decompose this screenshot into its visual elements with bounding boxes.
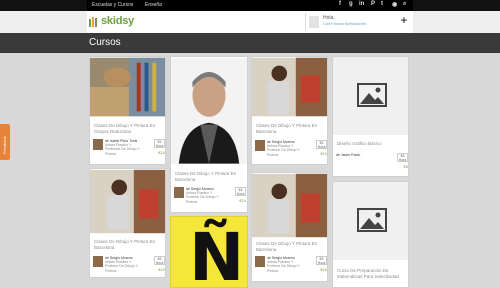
avatar[interactable] [309, 16, 319, 28]
image-placeholder-icon [357, 208, 387, 232]
course-image-glyph[interactable]: Ñ [189, 219, 244, 287]
course-title[interactable]: Clases De Dibujo Y Pintura En Barcelona [175, 171, 243, 182]
price-link[interactable]: €10 [320, 151, 327, 156]
header-inner: skidsy Hola, Cobre Nueva Notificaciones … [87, 11, 413, 33]
price-link[interactable]: €10 [239, 198, 246, 203]
price-link[interactable]: €10 [158, 267, 165, 272]
price-link[interactable]: €10 [320, 267, 327, 272]
course-meta: de Sergio Moreno Artista Plastico Y Profe… [255, 140, 327, 157]
course-meta: de Isabel Pinto Tonis Artista Plastico Y … [93, 139, 165, 156]
course-meta: de Sergio Moreno Artista Plastico Y Profe… [93, 256, 165, 273]
title-bar: Cursos [0, 33, 500, 53]
course-card[interactable]: Diseño Gráfico Básico de Javier Rubio €8… [332, 56, 409, 177]
twitter-icon[interactable]: t [381, 1, 383, 7]
course-image[interactable] [252, 173, 327, 238]
top-bar: Escuelas y Cursos Enseña f g in P t ◉ ⌕ [0, 0, 500, 11]
pinterest-icon[interactable]: P [371, 1, 375, 7]
course-title[interactable]: Clases De Dibujo Y Pintura En Barcelona [256, 123, 324, 134]
teacher-name: de Sergio Moreno Artista Plastico Y Profe… [267, 256, 300, 273]
course-meta: de Sergio Moreno Artista Plastico Y Profe… [174, 187, 246, 204]
course-card[interactable]: Clases De Dibujo Y Pintura En Barcelona … [170, 56, 248, 213]
feedback-tab[interactable]: Feedback [0, 124, 10, 160]
course-title[interactable]: Clases De Dibujo Y Pintura En Barcelona [94, 239, 162, 250]
course-title[interactable]: Diseño Gráfico Básico [337, 141, 405, 147]
logo-text[interactable]: skidsy [101, 15, 134, 27]
course-card[interactable]: Clases De Dibujo Y Pintura En Barcelona … [251, 56, 328, 165]
course-image[interactable] [333, 182, 408, 260]
linkedin-icon[interactable]: in [359, 1, 364, 7]
price-link[interactable]: €10 [158, 150, 165, 155]
course-title[interactable]: Clases De Dibujo Y Pintura En Grupos Red… [94, 123, 162, 134]
course-card[interactable]: Curso De Preparación De Matemáticas Para… [332, 181, 409, 288]
price-badge: €8 Hora [397, 153, 408, 162]
teacher-name: de Sergio Moreno Artista Plastico Y Profe… [186, 187, 219, 204]
add-button[interactable]: + [397, 14, 411, 28]
top-bar-inner: Escuelas y Cursos Enseña f g in P t ◉ ⌕ [87, 0, 413, 11]
course-image[interactable] [90, 57, 165, 117]
price-badge: €5 Hora [154, 139, 165, 148]
teacher-name: de Sergio Moreno Artista Plastico Y Profe… [267, 140, 300, 157]
course-image[interactable] [333, 57, 408, 135]
rss-icon[interactable]: ◉ [392, 1, 397, 8]
course-card[interactable]: Ñ [170, 216, 248, 288]
course-card[interactable]: Clases De Dibujo Y Pintura En Barcelona … [89, 168, 166, 278]
facebook-icon[interactable]: f [339, 1, 341, 7]
search-icon[interactable]: ⌕ [403, 1, 406, 8]
logo-icon[interactable] [89, 16, 99, 28]
teacher-name: de Javier Rubio [336, 153, 361, 157]
user-box[interactable]: Hola, Cobre Nueva Notificaciones [305, 13, 395, 31]
price-badge: €8 Hora [316, 256, 327, 265]
course-meta: de Javier Rubio €8 Hora €5 [336, 153, 408, 169]
image-placeholder-icon [357, 83, 387, 107]
course-image[interactable] [171, 57, 247, 165]
course-card[interactable]: Clases De Dibujo Y Pintura En Barcelona … [251, 172, 328, 282]
course-card[interactable]: Clases De Dibujo Y Pintura En Grupos Red… [89, 56, 166, 165]
course-image[interactable] [252, 57, 327, 117]
teacher-avatar[interactable] [255, 256, 265, 267]
nav-link-teach[interactable]: Enseña [145, 2, 162, 8]
page-title: Cursos [89, 37, 121, 48]
nav-link-schools[interactable]: Escuelas y Cursos [92, 2, 133, 8]
price-badge: €8 Hora [235, 187, 246, 196]
course-title[interactable]: Curso De Preparación De Matemáticas Para… [337, 268, 405, 279]
user-greeting: Hola, [323, 15, 335, 21]
feedback-label: Feedback [2, 136, 7, 154]
teacher-name: de Sergio Moreno Artista Plastico Y Profe… [105, 256, 138, 273]
course-title[interactable]: Clases De Dibujo Y Pintura En Barcelona [256, 241, 324, 252]
price-badge: €8 Hora [316, 140, 327, 149]
price-badge: €8 Hora [154, 256, 165, 265]
price-link[interactable]: €5 [404, 164, 408, 169]
teacher-avatar[interactable] [93, 139, 103, 150]
course-meta: de Sergio Moreno Artista Plastico Y Profe… [255, 256, 327, 273]
teacher-avatar[interactable] [93, 256, 103, 267]
header: skidsy Hola, Cobre Nueva Notificaciones … [0, 11, 500, 33]
teacher-avatar[interactable] [255, 140, 265, 151]
notifications-link[interactable]: Cobre Nueva Notificaciones [323, 22, 366, 26]
google-plus-icon[interactable]: g [349, 1, 353, 7]
teacher-avatar[interactable] [174, 187, 184, 198]
course-image[interactable] [90, 169, 165, 234]
teacher-name: de Isabel Pinto Tonis Artista Plastico Y … [105, 139, 140, 156]
